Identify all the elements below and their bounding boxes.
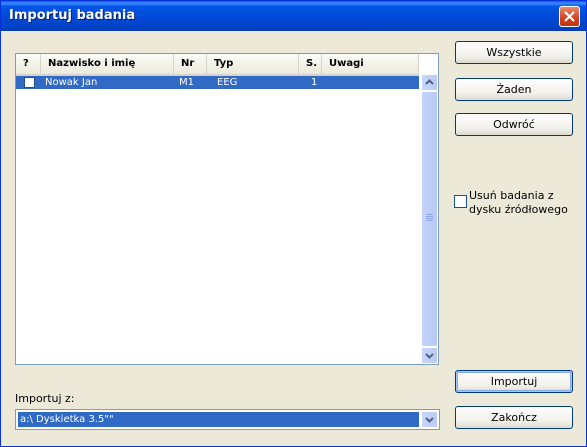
invert-selection-button[interactable]: Odwróć xyxy=(455,113,573,136)
list-header: ? Nazwisko i imię Nr Typ S. Uwagi xyxy=(16,54,419,76)
scroll-up-button[interactable] xyxy=(421,74,438,91)
row-name: Nowak Jan xyxy=(45,77,98,88)
select-none-button[interactable]: Żaden xyxy=(455,78,573,101)
table-row[interactable]: Nowak Jan M1 EEG 1 xyxy=(16,76,419,89)
chevron-up-icon xyxy=(425,79,434,85)
import-source-select[interactable]: a:\ Dyskietka 3.5"" xyxy=(15,409,440,430)
column-header-notes[interactable]: Uwagi xyxy=(322,54,419,74)
finish-button[interactable]: Zakończ xyxy=(455,406,573,429)
delete-source-checkbox[interactable] xyxy=(454,195,467,208)
column-header-type[interactable]: Typ xyxy=(207,54,299,74)
studies-list[interactable]: ? Nazwisko i imię Nr Typ S. Uwagi Nowak … xyxy=(15,53,439,365)
delete-source-label: Usuń badania z dysku źródłowego xyxy=(469,189,568,216)
row-type: EEG xyxy=(217,77,238,88)
row-checkbox[interactable] xyxy=(24,77,35,88)
window-title: Importuj badania xyxy=(9,8,136,23)
chevron-down-icon xyxy=(425,417,434,423)
vertical-scrollbar[interactable] xyxy=(421,74,438,364)
column-header-s[interactable]: S. xyxy=(299,54,322,74)
import-source-value: a:\ Dyskietka 3.5"" xyxy=(18,412,419,427)
import-from-label: Importuj z: xyxy=(15,392,75,405)
column-header-name[interactable]: Nazwisko i imię xyxy=(41,54,174,74)
dropdown-button[interactable] xyxy=(421,411,438,428)
close-window-button[interactable] xyxy=(559,6,580,27)
title-bar[interactable]: Importuj badania xyxy=(1,1,586,31)
column-header-check[interactable]: ? xyxy=(16,54,41,74)
import-dialog: Importuj badania ? Nazwisko i imię Nr Ty… xyxy=(0,0,587,447)
row-s: 1 xyxy=(311,77,318,88)
scroll-down-button[interactable] xyxy=(421,347,438,364)
import-button[interactable]: Importuj xyxy=(455,370,573,393)
select-all-button[interactable]: Wszystkie xyxy=(455,41,573,64)
row-nr: M1 xyxy=(179,77,194,88)
scroll-thumb[interactable] xyxy=(421,91,438,347)
chevron-down-icon xyxy=(425,353,434,359)
column-header-nr[interactable]: Nr xyxy=(174,54,207,74)
close-icon xyxy=(564,11,575,22)
